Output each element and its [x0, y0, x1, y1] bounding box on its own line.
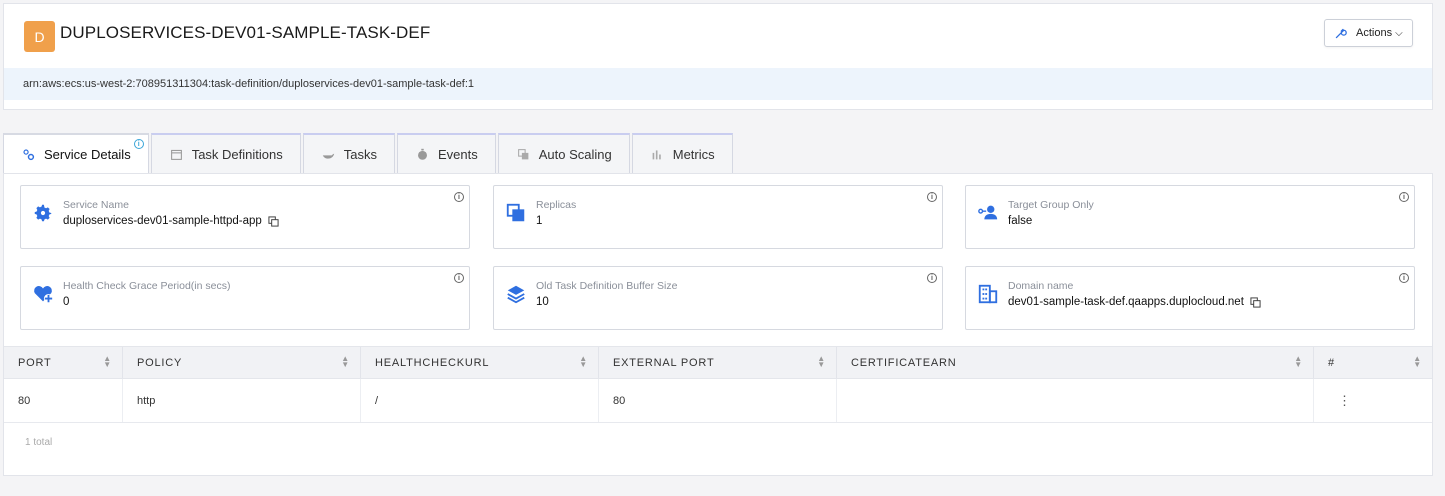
- cell-healthcheckurl: /: [361, 379, 599, 422]
- card-target-group-only: Target Group Only false i: [965, 185, 1415, 249]
- tab-service-details[interactable]: Service Details i: [3, 133, 149, 174]
- card-label: Service Name: [63, 199, 129, 211]
- building-icon: [978, 284, 998, 304]
- copy-icon[interactable]: [1250, 296, 1261, 308]
- calendar-icon: [170, 149, 182, 160]
- old-task-buffer-value: 10: [536, 296, 549, 308]
- tab-label: Events: [437, 146, 478, 162]
- tab-label: Auto Scaling: [538, 146, 612, 162]
- sort-icon[interactable]: ▲ ▼: [1294, 355, 1303, 369]
- info-icon[interactable]: i: [1399, 273, 1409, 283]
- gears-icon: [23, 149, 35, 161]
- sort-icon[interactable]: ▲ ▼: [103, 355, 112, 369]
- copy-icon[interactable]: [268, 215, 279, 227]
- info-icon[interactable]: i: [1399, 192, 1409, 202]
- column-header-policy[interactable]: POLICY ▲ ▼: [123, 347, 361, 378]
- card-label: Domain name: [1008, 280, 1074, 292]
- column-header-actions[interactable]: # ▲ ▼: [1314, 347, 1432, 378]
- tab-label: Task Definitions: [191, 146, 283, 162]
- chevron-down-icon: ⌵: [1395, 27, 1403, 39]
- cell-actions: ⋮: [1314, 379, 1432, 422]
- wrench-icon: [1335, 28, 1347, 38]
- domain-name-value: dev01-sample-task-def.qaapps.duplocloud.…: [1008, 296, 1244, 308]
- heart-plus-icon: [34, 286, 54, 304]
- copy-stack-icon: [517, 148, 529, 159]
- column-header-certificatearn[interactable]: CERTIFICATEARN ▲ ▼: [837, 347, 1314, 378]
- actions-label: Actions: [1356, 27, 1393, 39]
- card-replicas: Replicas 1 i: [493, 185, 943, 249]
- column-header-healthcheckurl[interactable]: HEALTHCHECKURL ▲ ▼: [361, 347, 599, 378]
- table-row: 80 http / 80 ⋮: [4, 379, 1432, 423]
- tab-label: Tasks: [343, 146, 377, 162]
- tab-task-definitions[interactable]: Task Definitions: [150, 133, 301, 173]
- tab-tasks[interactable]: Tasks: [302, 133, 395, 173]
- card-value: 10: [536, 296, 549, 308]
- info-icon[interactable]: i: [927, 192, 937, 202]
- sort-icon[interactable]: ▲ ▼: [1413, 355, 1422, 369]
- info-icon[interactable]: i: [454, 192, 464, 202]
- card-health-check: Health Check Grace Period(in secs) 0 i: [20, 266, 470, 330]
- card-value: false: [1008, 215, 1032, 227]
- tab-label: Service Details: [44, 147, 131, 162]
- copy-stack-icon: [506, 203, 525, 222]
- card-value: 0: [63, 296, 69, 308]
- arn-bar: arn:aws:ecs:us-west-2:708951311304:task-…: [4, 68, 1432, 100]
- header-card: D DUPLOSERVICES-DEV01-SAMPLE-TASK-DEF Ac…: [3, 3, 1433, 110]
- cell-certificatearn: [837, 379, 1314, 422]
- card-label: Target Group Only: [1008, 199, 1094, 211]
- avatar: D: [24, 21, 55, 52]
- table-header: PORT ▲ ▼ POLICY ▲ ▼ HEALTHCHECKURL ▲ ▼ EXTERNA…: [4, 346, 1432, 379]
- replicas-value: 1: [536, 215, 543, 227]
- card-old-task-buffer: Old Task Definition Buffer Size 10 i: [493, 266, 943, 330]
- column-header-external-port[interactable]: EXTERNAL PORT ▲ ▼: [599, 347, 837, 378]
- ports-table: PORT ▲ ▼ POLICY ▲ ▼ HEALTHCHECKURL ▲ ▼ EXTERNA…: [4, 346, 1432, 423]
- card-value: duploservices-dev01-sample-httpd-app: [63, 215, 279, 227]
- sort-icon[interactable]: ▲ ▼: [817, 355, 826, 369]
- service-details-panel: Service Name duploservices-dev01-sample-…: [3, 173, 1433, 476]
- tab-metrics[interactable]: Metrics: [631, 133, 733, 173]
- tab-label: Metrics: [672, 146, 715, 162]
- layers-icon: [507, 285, 525, 304]
- cell-external-port: 80: [599, 379, 837, 422]
- tab-events[interactable]: Events: [396, 133, 496, 173]
- table-total: 1 total: [25, 437, 53, 448]
- cell-port: 80: [4, 379, 123, 422]
- card-label: Health Check Grace Period(in secs): [63, 280, 231, 292]
- user-link-icon: [978, 205, 998, 220]
- kebab-menu-icon[interactable]: ⋮: [1338, 393, 1351, 409]
- info-icon[interactable]: i: [927, 273, 937, 283]
- card-value: dev01-sample-task-def.qaapps.duplocloud.…: [1008, 296, 1261, 308]
- info-icon[interactable]: i: [133, 139, 144, 149]
- card-label: Replicas: [536, 199, 577, 211]
- card-label: Old Task Definition Buffer Size: [536, 280, 678, 292]
- gear-icon: [34, 204, 52, 222]
- tab-bar: Service Details i Task Definitions Tasks…: [3, 133, 735, 174]
- arn-text: arn:aws:ecs:us-west-2:708951311304:task-…: [23, 78, 475, 90]
- bar-chart-icon: [652, 149, 661, 159]
- sort-icon[interactable]: ▲ ▼: [341, 355, 350, 369]
- info-icon[interactable]: i: [454, 273, 464, 283]
- card-value: 1: [536, 215, 542, 227]
- column-header-port[interactable]: PORT ▲ ▼: [4, 347, 123, 378]
- cell-policy: http: [123, 379, 361, 422]
- service-name-value: duploservices-dev01-sample-httpd-app: [63, 215, 262, 227]
- target-group-value: false: [1008, 215, 1033, 227]
- health-check-value: 0: [63, 296, 70, 308]
- card-domain-name: Domain name dev01-sample-task-def.qaapps…: [965, 266, 1415, 330]
- page-title: DUPLOSERVICES-DEV01-SAMPLE-TASK-DEF: [60, 23, 431, 42]
- docker-icon: [322, 153, 334, 159]
- stopwatch-icon: [418, 148, 427, 160]
- card-service-name: Service Name duploservices-dev01-sample-…: [20, 185, 470, 249]
- tab-auto-scaling[interactable]: Auto Scaling: [497, 133, 630, 173]
- actions-button[interactable]: Actions ⌵: [1324, 19, 1413, 47]
- sort-icon[interactable]: ▲ ▼: [579, 355, 588, 369]
